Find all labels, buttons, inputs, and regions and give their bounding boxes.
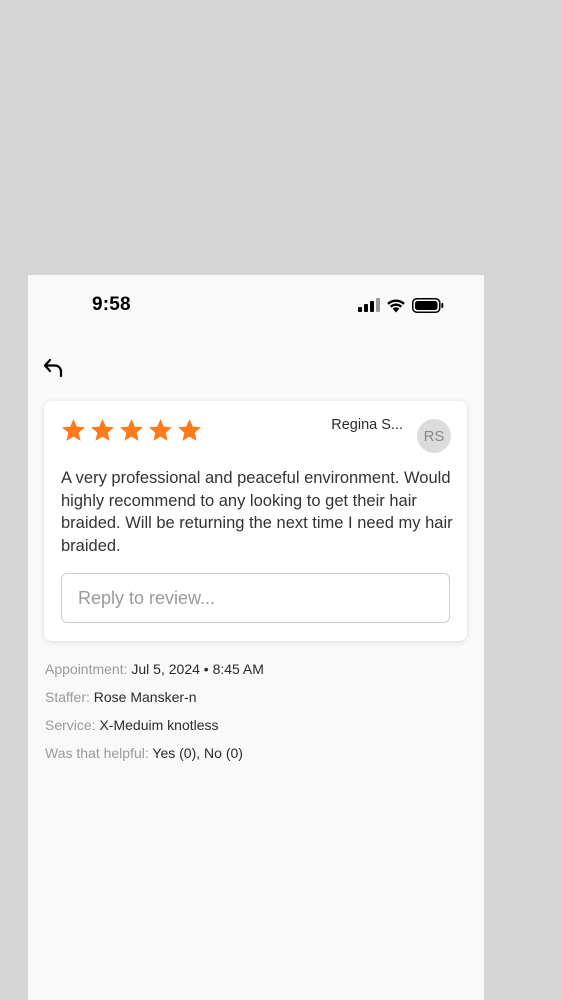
phone-screen: 9:58 Regina S... RS A very professional … [28,275,484,1000]
appointment-row: Appointment: Jul 5, 2024 • 8:45 AM [45,660,264,688]
wifi-icon [387,298,405,312]
helpful-yes-button[interactable]: Yes (0) [152,745,196,761]
service-label: Service: [45,717,96,733]
review-details: Appointment: Jul 5, 2024 • 8:45 AM Staff… [45,660,264,772]
star-icon [149,419,172,441]
star-icon [178,419,201,441]
appointment-value: Jul 5, 2024 • 8:45 AM [131,661,264,677]
star-icon [120,419,143,441]
service-value: X-Meduim knotless [99,717,219,733]
status-bar: 9:58 [28,275,484,335]
avatar: RS [417,419,451,453]
appointment-label: Appointment: [45,661,128,677]
service-row: Service: X-Meduim knotless [45,716,264,744]
helpful-row: Was that helpful: Yes (0), No (0) [45,744,264,772]
reply-input[interactable] [61,573,450,623]
helpful-no-button[interactable]: No (0) [204,745,243,761]
staffer-value: Rose Mansker-n [93,689,197,705]
staffer-label: Staffer: [45,689,90,705]
reviewer-name: Regina S... [331,417,403,433]
staffer-row: Staffer: Rose Mansker-n [45,688,264,716]
star-rating [60,417,203,444]
status-time: 9:58 [92,294,131,315]
helpful-label: Was that helpful: [45,745,149,761]
star-icon [62,419,85,441]
helpful-separator: , [196,745,205,761]
review-card: Regina S... RS A very professional and p… [44,401,467,641]
back-arrow-icon [43,358,63,378]
star-icon [91,419,114,441]
cellular-signal-icon [358,298,380,312]
battery-icon [412,297,444,313]
status-icons [358,295,444,315]
review-text: A very professional and peaceful environ… [61,469,453,555]
back-button[interactable] [42,357,66,379]
